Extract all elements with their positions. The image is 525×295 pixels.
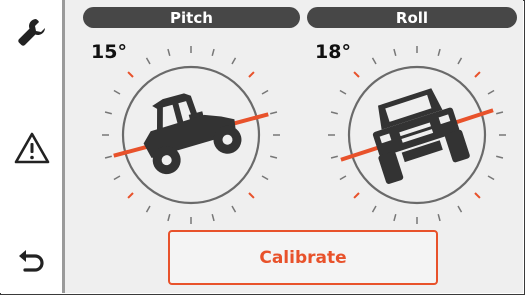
gauge-tick [211, 214, 215, 222]
calibrate-button[interactable]: Calibrate [168, 230, 438, 285]
roll-gauge [328, 46, 506, 224]
gauge-tick [457, 205, 463, 213]
gauge-tick [371, 205, 377, 213]
gauge-tick [487, 89, 495, 95]
gauge-tick [339, 175, 347, 181]
gauge-tick [261, 175, 269, 181]
gauge-tick [248, 71, 255, 78]
gauge-tick [270, 111, 278, 115]
side-view-vehicle-icon [143, 93, 242, 175]
gauge-tick [113, 175, 121, 181]
gauge-tick [339, 89, 347, 95]
gauge-tick [353, 192, 360, 199]
sidebar [0, 0, 65, 293]
pitch-gauge [102, 46, 280, 224]
gauge-tick [437, 48, 441, 56]
settings-button[interactable] [8, 8, 56, 56]
gauge-tick [167, 48, 171, 56]
gauge-tick [496, 155, 504, 159]
gauge-tick [145, 205, 151, 213]
gauge-tick [496, 111, 504, 115]
gauge-tick [211, 48, 215, 56]
gauge-tick [113, 89, 121, 95]
warning-icon [14, 132, 50, 164]
gauge-tick [353, 71, 360, 78]
gauge-tick [261, 89, 269, 95]
roll-header: Roll [307, 7, 517, 28]
gauge-tick [474, 71, 481, 78]
roll-label: Roll [395, 8, 429, 27]
gauge-tick [487, 175, 495, 181]
warning-button[interactable] [8, 124, 56, 172]
gauge-tick [437, 214, 441, 222]
wrench-icon [18, 19, 45, 46]
gauge-tick [393, 214, 397, 222]
back-button[interactable] [8, 236, 56, 284]
gauge-tick [393, 48, 397, 56]
gauge-tick [231, 205, 237, 213]
gauge-tick [248, 192, 255, 199]
gauge-tick [457, 57, 463, 65]
gauge-tick [231, 57, 237, 65]
pitch-header: Pitch [83, 7, 300, 28]
front-view-vehicle-icon [372, 88, 470, 184]
gauge-tick [104, 155, 112, 159]
gauge-tick [127, 71, 134, 78]
main-panel: Pitch Roll 15° 18° Calibrate [65, 0, 523, 293]
gauge-tick [371, 57, 377, 65]
gauge-tick [474, 192, 481, 199]
gauge-tick [330, 155, 338, 159]
gauge-tick [104, 111, 112, 115]
gauge-tick [167, 214, 171, 222]
gauge-tick [127, 192, 134, 199]
back-arrow-icon [19, 250, 44, 272]
pitch-label: Pitch [170, 8, 213, 27]
gauge-tick [330, 111, 338, 115]
gauge-tick [270, 155, 278, 159]
calibrate-label: Calibrate [259, 247, 347, 268]
gauge-tick [145, 57, 151, 65]
